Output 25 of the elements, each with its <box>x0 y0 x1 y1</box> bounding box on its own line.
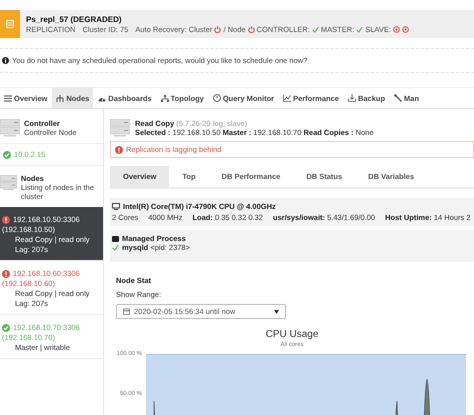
hierarchy-icon <box>56 94 64 102</box>
line-chart-icon <box>283 94 292 102</box>
power-icon <box>214 26 222 32</box>
topology-icon <box>160 94 169 102</box>
server-icon <box>0 174 17 192</box>
download-icon <box>348 94 356 102</box>
caret-icon <box>274 310 279 314</box>
cluster-title: Ps_repl_57 (DEGRADED) <box>26 14 123 24</box>
calendar-icon <box>123 308 130 315</box>
clock-icon <box>212 94 221 102</box>
error-circle-icon <box>392 26 400 32</box>
cluster-icon <box>6 20 14 28</box>
wrench-icon <box>394 94 402 102</box>
process-icon <box>112 236 119 242</box>
menu-icon <box>4 94 12 102</box>
check-icon <box>312 26 319 32</box>
server-icon <box>0 119 20 137</box>
chart-title: CPU Usage <box>266 329 318 340</box>
info-icon <box>2 57 9 64</box>
check-icon <box>356 26 364 32</box>
error-circle-icon <box>402 26 409 32</box>
monitor-icon <box>112 203 120 210</box>
server-icon <box>110 119 130 137</box>
exclamation-circle-icon <box>115 146 123 154</box>
power-icon <box>248 26 255 32</box>
